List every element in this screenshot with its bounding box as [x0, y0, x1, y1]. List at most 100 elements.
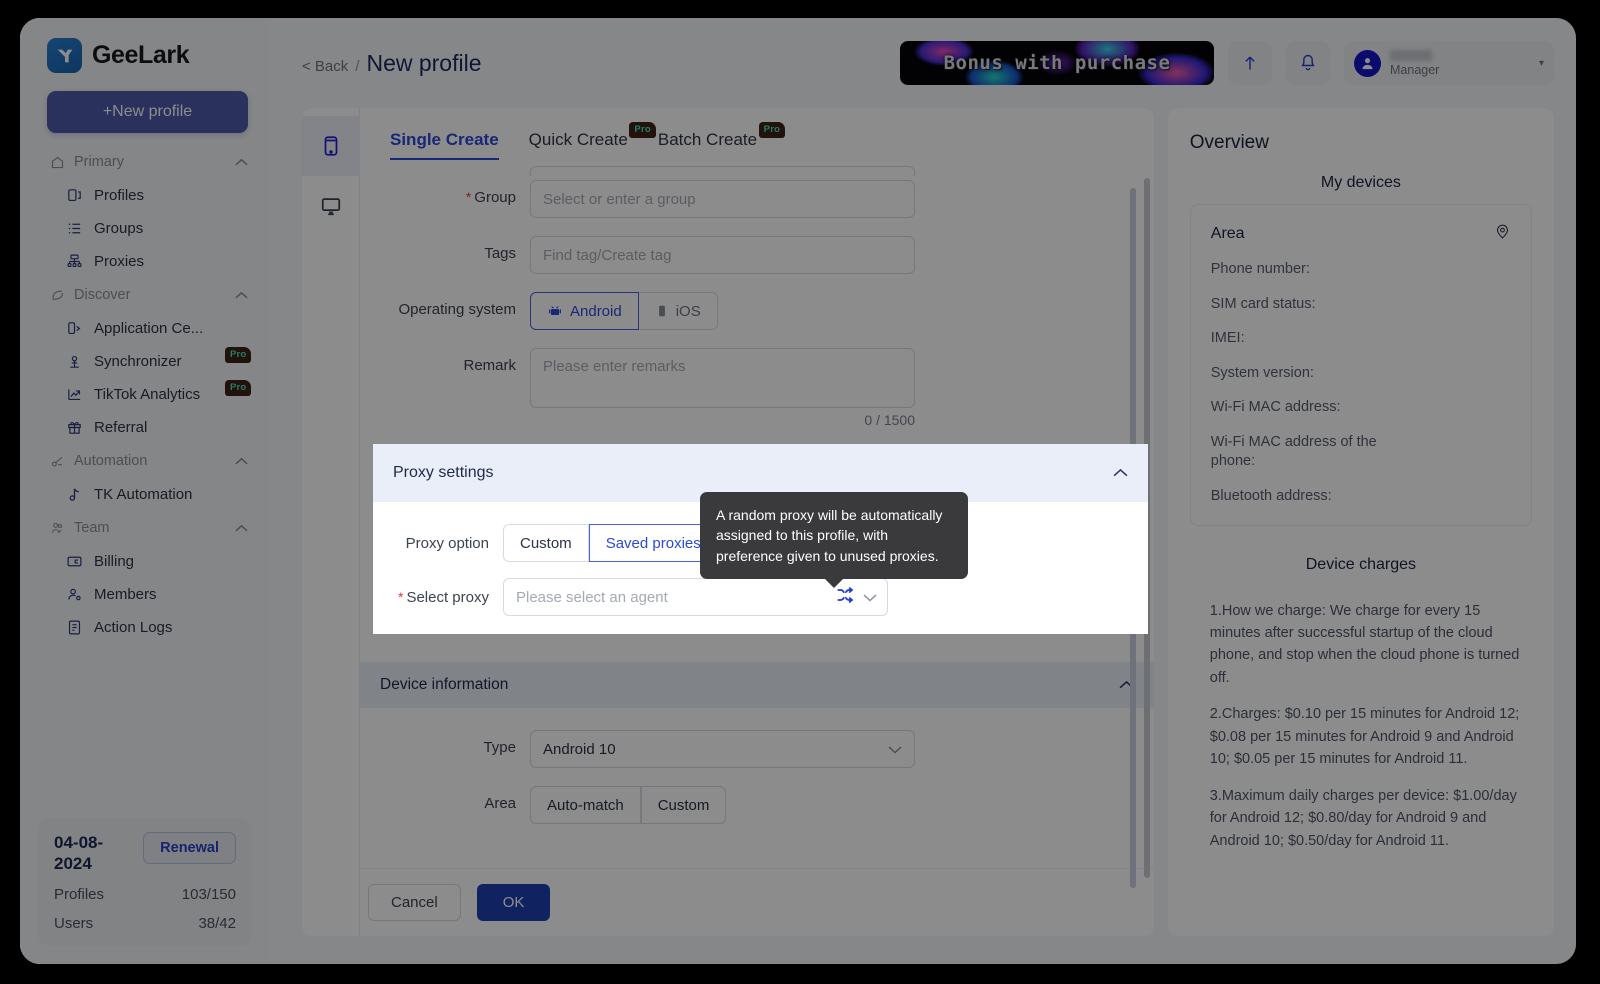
sidebar-item-profiles[interactable]: Profiles: [20, 179, 270, 212]
type-select[interactable]: Android 10: [530, 730, 915, 768]
sidebar-item-label: Members: [94, 586, 157, 603]
apple-device-icon: [658, 305, 665, 317]
field-type: Type Android 10: [360, 730, 1154, 768]
overview-field: Phone number:: [1210, 261, 1310, 277]
overview-panel: Overview My devices Area Phone number: S…: [1167, 108, 1554, 936]
quota-label: Profiles: [54, 886, 105, 903]
tags-input[interactable]: Find tag/Create tag: [530, 236, 915, 274]
breadcrumb-separator: /: [355, 57, 360, 75]
sidebar-group-label: Automation: [74, 453, 148, 469]
chevron-down-icon[interactable]: [863, 593, 877, 602]
top-bar: < Back / New profile Bonus with purchase: [270, 18, 1576, 108]
os-option-android[interactable]: Android: [530, 292, 639, 330]
area-option-label: Auto-match: [547, 796, 624, 814]
brand: GeeLark: [20, 18, 270, 73]
section-title: Device information: [380, 676, 509, 693]
sidebar-item-application-center[interactable]: Application Ce...: [20, 312, 270, 345]
field-label-remark: Remark: [463, 357, 516, 374]
location-pin-icon[interactable]: [1494, 223, 1511, 245]
sidebar-group-primary[interactable]: Primary: [20, 145, 270, 179]
sidebar-item-label: Groups: [94, 220, 144, 237]
android-robot-icon: [549, 306, 561, 315]
tab-single-create[interactable]: Single Create: [390, 130, 499, 160]
renewal-button[interactable]: Renewal: [143, 831, 236, 864]
pro-badge: Pro: [225, 347, 252, 363]
tab-batch-create[interactable]: Batch Create Pro: [658, 122, 786, 158]
automation-icon: [51, 456, 63, 466]
team-icon: [51, 522, 63, 533]
proxy-option-tooltip: A random proxy will be automatically ass…: [700, 492, 968, 588]
overview-field: System version:: [1210, 364, 1314, 381]
pro-badge: Pro: [225, 380, 252, 396]
area-option-custom[interactable]: Custom: [640, 786, 727, 824]
area-option-auto-match[interactable]: Auto-match: [530, 786, 641, 824]
tab-label: Single Create: [390, 130, 499, 149]
rail-item-desktop[interactable]: [302, 176, 360, 236]
charge-paragraph: 1.How we charge: We charge for every 15 …: [1209, 602, 1520, 686]
sidebar-item-billing[interactable]: Billing: [20, 545, 270, 578]
sidebar-group-automation[interactable]: Automation: [20, 444, 270, 478]
tab-quick-create[interactable]: Quick Create Pro: [529, 122, 656, 158]
sidebar-item-tk-automation[interactable]: TK Automation: [20, 478, 270, 511]
overview-field: Bluetooth address:: [1210, 487, 1332, 504]
geelark-logo-icon: [47, 38, 82, 73]
proxy-option-custom[interactable]: Custom: [503, 524, 589, 562]
field-tags: Tags Find tag/Create tag: [360, 236, 1124, 274]
sidebar-item-referral[interactable]: Referral: [20, 411, 270, 444]
sidebar-item-tiktok-analytics[interactable]: TikTok Analytics Pro: [20, 378, 270, 411]
application-center-icon: [68, 322, 81, 335]
sidebar-item-action-logs[interactable]: Action Logs: [20, 611, 270, 644]
sidebar-item-groups[interactable]: Groups: [20, 212, 270, 245]
notifications-button[interactable]: [1286, 41, 1330, 85]
tooltip-arrow: [824, 577, 844, 588]
device-charges-label: Device charges: [1305, 555, 1417, 573]
proxy-option-label: Custom: [520, 534, 572, 552]
proxy-option-label: Saved proxies: [605, 534, 701, 552]
chevron-up-icon[interactable]: [1113, 464, 1128, 482]
sidebar-group-team[interactable]: Team: [20, 511, 270, 545]
group-input[interactable]: Select or enter a group: [530, 180, 915, 218]
sidebar-item-label: Proxies: [94, 253, 145, 270]
user-menu[interactable]: Manager ▾: [1344, 41, 1554, 85]
desktop-monitor-icon: [321, 198, 341, 216]
scrolled-input[interactable]: [530, 166, 915, 176]
sidebar-group-label: Team: [74, 520, 110, 536]
device-information-header[interactable]: Device information: [360, 662, 1154, 708]
quota-label: Users: [54, 915, 94, 932]
field-label-select-proxy: Select proxy: [373, 589, 503, 606]
ok-button[interactable]: OK: [476, 884, 551, 921]
discover-leaf-icon: [52, 290, 64, 300]
os-option-ios[interactable]: iOS: [638, 292, 718, 330]
sidebar-item-label: Referral: [94, 419, 148, 436]
back-link[interactable]: < Back: [302, 58, 348, 75]
overview-field: SIM card status:: [1210, 295, 1316, 312]
notification-bell-icon: [1301, 54, 1315, 71]
upload-button[interactable]: [1228, 41, 1272, 85]
quota-value: 38/42: [198, 915, 236, 932]
cancel-button[interactable]: Cancel: [368, 884, 461, 921]
sidebar-item-synchronizer[interactable]: Synchronizer Pro: [20, 345, 270, 378]
sidebar-item-members[interactable]: Members: [20, 578, 270, 611]
new-profile-button[interactable]: +New profile: [47, 91, 248, 133]
create-mode-tabs: Single Create Quick Create Pro Batch Cre…: [360, 108, 1154, 160]
os-option-label: Android: [570, 302, 622, 320]
spacer-label: [360, 166, 530, 175]
sidebar-group-discover[interactable]: Discover: [20, 278, 270, 312]
proxy-option-saved-proxies[interactable]: Saved proxies: [588, 524, 718, 562]
sidebar-item-proxies[interactable]: Proxies: [20, 245, 270, 278]
sidebar-group-label: Discover: [74, 287, 131, 303]
proxies-network-icon: [67, 254, 82, 268]
user-name-redacted: [1390, 49, 1432, 61]
field-operating-system: Operating system Android iOS: [360, 292, 1124, 330]
rail-item-phone[interactable]: [302, 116, 360, 176]
pro-badge: Pro: [629, 122, 656, 138]
brand-name: GeeLark: [92, 41, 190, 69]
sidebar-item-label: Application Ce...: [94, 320, 204, 337]
os-segmented-control: Android iOS: [530, 292, 718, 330]
promo-banner[interactable]: Bonus with purchase: [900, 41, 1214, 85]
shuffle-random-icon[interactable]: [835, 585, 855, 609]
overview-field: IMEI:: [1210, 330, 1245, 347]
remark-textarea[interactable]: Please enter remarks: [530, 348, 915, 408]
field-group: Group Select or enter a group: [360, 180, 1124, 218]
page-title: New profile: [366, 49, 482, 76]
